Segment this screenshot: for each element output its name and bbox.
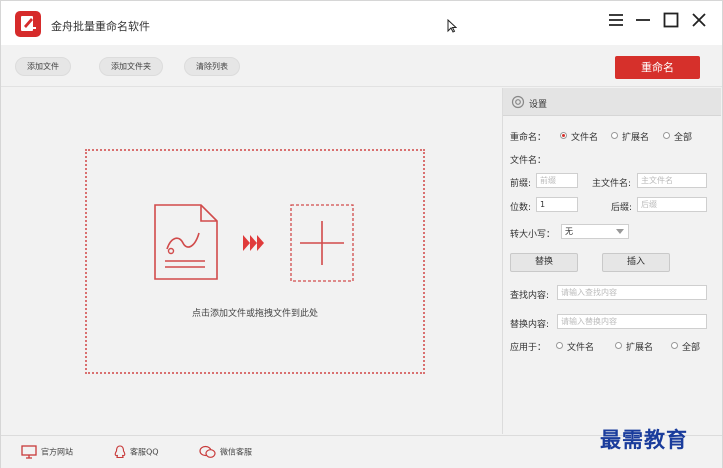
rename-extension-radio[interactable] [611,132,618,139]
chevron-down-icon [616,229,624,234]
rename-filename-radio[interactable] [560,132,567,139]
close-icon[interactable] [688,9,710,31]
apply-to-label: 应用于： [510,343,547,353]
settings-panel: 设置 重命名： 文件名 扩展名 全部 文件名： 前缀: 前缀 主文件名: 主文件… [502,88,721,434]
find-label: 查找内容: [510,291,550,301]
mouse-cursor-icon [447,19,457,33]
minimize-icon[interactable] [632,9,654,31]
maximize-icon[interactable] [660,9,682,31]
prefix-label: 前缀: [510,179,532,189]
apply-extension-radio[interactable] [615,342,622,349]
qq-support-link[interactable]: 客服QQ [114,445,159,459]
rename-extension-option[interactable]: 扩展名 [622,130,649,143]
insert-mode-button[interactable]: 插入 [602,253,670,272]
prefix-input[interactable]: 前缀 [536,173,578,188]
clear-list-button[interactable]: 清除列表 [184,57,240,76]
find-input[interactable]: 请输入查找内容 [557,285,707,300]
settings-title: 设置 [529,100,548,110]
replace-label: 替换内容: [510,320,550,330]
digits-label: 位数: [510,203,532,213]
wechat-support-link[interactable]: 微信客服 [199,445,252,459]
apply-all-radio[interactable] [671,342,678,349]
rename-all-option[interactable]: 全部 [674,130,692,143]
case-select[interactable]: 无 [561,224,629,239]
rename-filename-option[interactable]: 文件名 [571,130,598,143]
main-name-label: 主文件名: [592,179,632,189]
apply-all-option[interactable]: 全部 [682,340,700,353]
website-link-label: 官方网站 [41,447,73,457]
replace-input[interactable]: 请输入替换内容 [557,314,707,329]
wechat-support-label: 微信客服 [220,447,252,457]
qq-support-label: 客服QQ [130,447,159,457]
case-select-value: 无 [565,227,573,236]
website-link[interactable]: 官方网站 [21,445,73,459]
filename-section-label: 文件名： [510,156,547,166]
monitor-icon [21,445,37,459]
wechat-icon [199,445,216,458]
gear-icon [511,95,525,109]
apply-extension-option[interactable]: 扩展名 [626,340,653,353]
apply-filename-radio[interactable] [556,342,563,349]
case-label: 转大小写： [510,230,556,240]
qq-penguin-icon [114,445,126,459]
drop-zone[interactable]: 点击添加文件或拖拽文件到此处 [85,149,425,374]
drop-hint-text: 点击添加文件或拖拽文件到此处 [191,309,318,319]
suffix-label: 后缀: [611,203,633,213]
apply-filename-option[interactable]: 文件名 [567,340,594,353]
toolbar: 添加文件 添加文件夹 清除列表 重命名 [1,45,722,87]
settings-header: 设置 [503,88,721,116]
rename-all-radio[interactable] [663,132,670,139]
menu-icon[interactable] [605,9,627,31]
title-bar: 金舟批量重命名软件 [1,1,722,45]
app-window: 金舟批量重命名软件 添加文件 添加文件夹 清除列表 重命名 点击添加文件或拖拽文… [0,0,723,468]
rename-target-label: 重命名： [510,133,547,143]
replace-mode-button[interactable]: 替换 [510,253,578,272]
watermark-text: 最需教育 [600,427,688,452]
file-drop-illustration-icon [154,204,354,282]
app-logo-icon [15,11,41,37]
rename-button[interactable]: 重命名 [615,56,700,79]
main-name-input[interactable]: 主文件名 [637,173,707,188]
add-file-button[interactable]: 添加文件 [15,57,71,76]
digits-input[interactable]: 1 [536,197,578,212]
suffix-input[interactable]: 后缀 [637,197,707,212]
add-folder-button[interactable]: 添加文件夹 [99,57,163,76]
app-title: 金舟批量重命名软件 [51,20,150,33]
